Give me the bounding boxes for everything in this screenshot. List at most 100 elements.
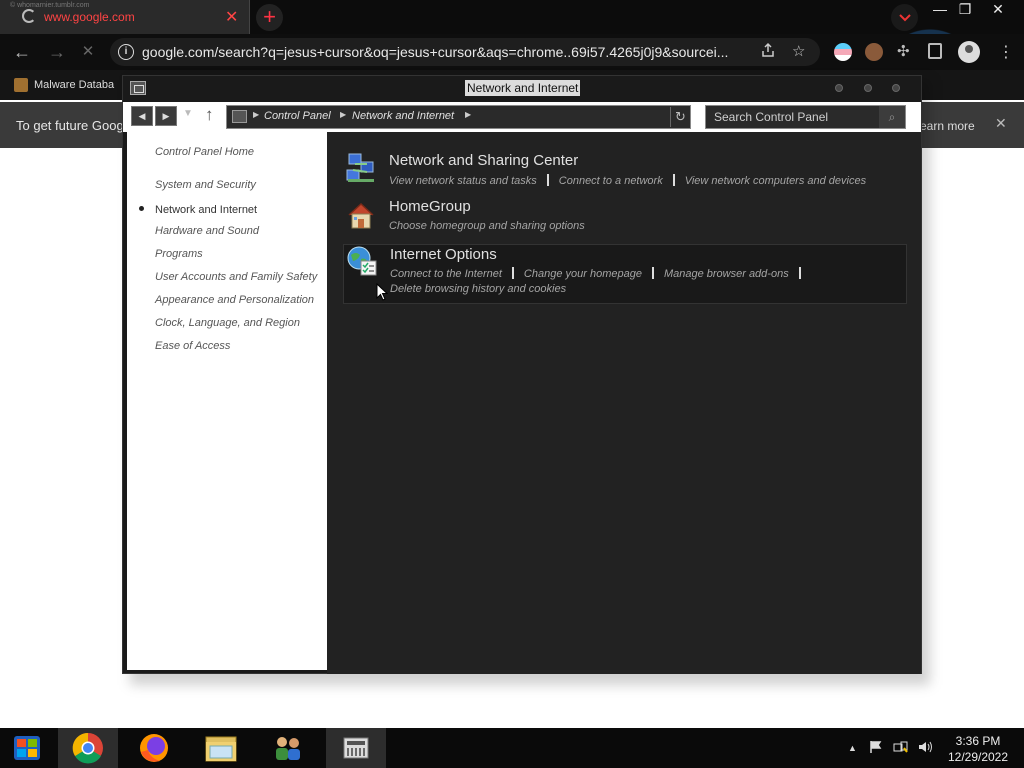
sidebar-item-control-panel-home[interactable]: Control Panel Home xyxy=(155,146,254,158)
breadcrumb-network-and-internet[interactable]: Network and Internet xyxy=(352,110,454,122)
minimize-icon[interactable] xyxy=(835,84,843,92)
network-sharing-center-icon[interactable] xyxy=(345,152,377,184)
current-page-bullet-icon xyxy=(139,206,144,211)
link-separator xyxy=(672,174,675,186)
window-titlebar[interactable]: Network and Internet xyxy=(123,76,921,102)
internet-options-icon[interactable] xyxy=(346,245,378,277)
category-internet-options: Internet Options Connect to the Internet… xyxy=(343,244,907,304)
category-title[interactable]: Network and Sharing Center xyxy=(389,152,578,169)
extensions-puzzle-icon[interactable]: ✣ xyxy=(897,43,915,61)
sidebar-item-programs[interactable]: Programs xyxy=(155,248,203,260)
refresh-icon[interactable]: ↻ xyxy=(670,107,690,127)
show-hidden-icons-button[interactable]: ▲ xyxy=(848,743,857,753)
control-panel-content: Network and Sharing Center View network … xyxy=(327,132,921,674)
address-bar[interactable]: i google.com/search?q=jesus+cursor&oq=je… xyxy=(110,38,820,66)
control-panel-location-icon xyxy=(232,110,247,123)
link-separator xyxy=(546,174,549,186)
category-links: View network status and tasks Connect to … xyxy=(389,174,866,187)
breadcrumb-arrow-icon[interactable]: ▶ xyxy=(253,110,259,119)
category-links: Choose homegroup and sharing options xyxy=(389,220,585,232)
breadcrumb-control-panel[interactable]: Control Panel xyxy=(264,110,331,122)
link-connect-to-internet[interactable]: Connect to the Internet xyxy=(390,268,502,280)
clock-time: 3:36 PM xyxy=(955,734,1001,748)
link-delete-browsing-history[interactable]: Delete browsing history and cookies xyxy=(390,283,566,295)
maximize-icon[interactable] xyxy=(864,84,872,92)
users-icon xyxy=(276,737,300,760)
control-panel-sidebar: Control Panel Home System and Security N… xyxy=(127,132,327,670)
category-network-sharing-center: Network and Sharing Center View network … xyxy=(343,150,907,190)
new-tab-button[interactable]: + xyxy=(256,4,283,31)
breadcrumb-arrow-icon[interactable]: ▶ xyxy=(340,110,346,119)
tab-close-icon[interactable]: ✕ xyxy=(225,7,238,27)
extension-flag-icon[interactable] xyxy=(834,43,852,61)
sidebar-item-appearance[interactable]: Appearance and Personalization xyxy=(155,294,314,306)
bookmark-item[interactable]: Malware Databa xyxy=(14,78,114,92)
category-links: Connect to the Internet Change your homep… xyxy=(390,267,811,280)
explorer-back-button[interactable]: ◀ xyxy=(131,106,153,126)
link-separator xyxy=(798,267,801,279)
site-info-icon[interactable]: i xyxy=(118,44,134,60)
volume-icon[interactable] xyxy=(918,740,934,757)
file-explorer-icon xyxy=(205,736,237,762)
window-restore-button[interactable]: ❐ xyxy=(950,0,980,18)
explorer-forward-button[interactable]: ▶ xyxy=(155,106,177,126)
chrome-icon xyxy=(72,732,103,764)
link-connect-to-network[interactable]: Connect to a network xyxy=(559,175,663,187)
forward-button[interactable]: → xyxy=(45,42,69,62)
close-icon[interactable] xyxy=(892,84,900,92)
explorer-address-row: ◀ ▶ ▼ ↑ ▶ Control Panel ▶ Network and In… xyxy=(123,102,921,132)
address-bar-url[interactable]: google.com/search?q=jesus+cursor&oq=jesu… xyxy=(142,44,747,60)
window-title: Network and Internet xyxy=(465,80,581,96)
sidebar-item-ease-of-access[interactable]: Ease of Access xyxy=(155,340,230,352)
browser-tab[interactable]: © whomarnier.tumblr.com www.google.com ✕ xyxy=(0,0,250,34)
control-panel-app-icon xyxy=(130,81,146,95)
sidebar-item-clock-language-region[interactable]: Clock, Language, and Region xyxy=(155,317,300,329)
system-clock[interactable]: 3:36 PM 12/29/2022 xyxy=(943,733,1013,765)
link-homegroup-options[interactable]: Choose homegroup and sharing options xyxy=(389,220,585,232)
category-title[interactable]: HomeGroup xyxy=(389,198,471,215)
bookmark-favicon-icon xyxy=(14,78,28,92)
start-button[interactable] xyxy=(0,728,60,768)
breadcrumb-arrow-icon[interactable]: ▶ xyxy=(465,110,471,119)
taskbar-firefox[interactable] xyxy=(124,728,184,768)
homegroup-icon[interactable] xyxy=(345,200,377,232)
taskbar-chrome[interactable] xyxy=(58,728,118,768)
up-arrow-icon[interactable]: ↑ xyxy=(205,105,214,125)
taskbar-control-panel[interactable] xyxy=(326,728,386,768)
breadcrumb[interactable]: ▶ Control Panel ▶ Network and Internet ▶… xyxy=(226,105,691,129)
infobar-close-icon[interactable]: ✕ xyxy=(995,115,1007,132)
chevron-down-icon xyxy=(898,14,911,22)
taskbar-file-explorer[interactable] xyxy=(190,728,250,768)
firefox-icon xyxy=(140,734,168,762)
taskbar-users[interactable] xyxy=(258,728,318,768)
side-panel-icon[interactable] xyxy=(928,43,942,59)
control-panel-icon xyxy=(343,737,369,759)
action-center-flag-icon[interactable] xyxy=(869,740,883,757)
link-manage-browser-addons[interactable]: Manage browser add-ons xyxy=(664,268,789,280)
window-close-button[interactable]: ✕ xyxy=(983,0,1013,18)
link-view-network-status[interactable]: View network status and tasks xyxy=(389,175,537,187)
browser-tabstrip: © whomarnier.tumblr.com www.google.com ✕… xyxy=(0,0,1024,34)
sidebar-item-network-and-internet[interactable]: Network and Internet xyxy=(155,204,257,216)
tab-search-button[interactable] xyxy=(891,4,918,31)
loading-spinner-icon xyxy=(22,9,36,23)
mouse-pointer-icon xyxy=(376,283,388,301)
stop-button[interactable]: ✕ xyxy=(76,42,100,62)
sidebar-item-hardware-and-sound[interactable]: Hardware and Sound xyxy=(155,225,259,237)
star-icon[interactable]: ☆ xyxy=(792,42,805,60)
search-icon[interactable]: ⌕ xyxy=(879,106,905,128)
share-icon[interactable] xyxy=(760,42,776,62)
category-title[interactable]: Internet Options xyxy=(390,246,497,263)
link-view-network-computers[interactable]: View network computers and devices xyxy=(685,175,866,187)
link-change-homepage[interactable]: Change your homepage xyxy=(524,268,642,280)
extension-avatar-icon[interactable] xyxy=(865,43,883,61)
recent-locations-icon[interactable]: ▼ xyxy=(183,108,193,119)
sidebar-item-system-and-security[interactable]: System and Security xyxy=(155,179,256,191)
network-icon[interactable] xyxy=(893,740,909,757)
category-homegroup: HomeGroup Choose homegroup and sharing o… xyxy=(343,198,907,236)
profile-avatar-icon[interactable] xyxy=(958,41,980,63)
browser-menu-icon[interactable]: ⋮ xyxy=(998,42,1014,62)
back-button[interactable]: ← xyxy=(10,42,34,62)
sidebar-item-user-accounts[interactable]: User Accounts and Family Safety xyxy=(155,271,317,283)
search-input[interactable] xyxy=(706,106,878,128)
